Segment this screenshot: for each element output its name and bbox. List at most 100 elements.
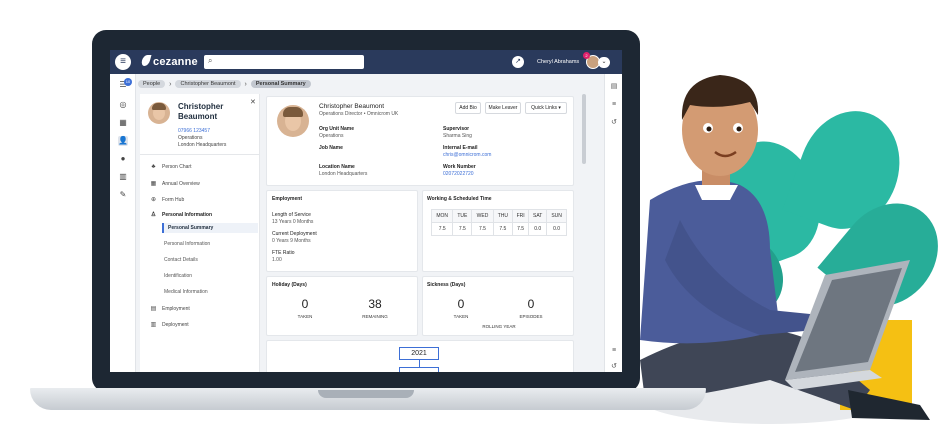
sickness-card: Sickness (Days) 0 TAKEN 0 EPISODES ROLLI… [422,276,574,336]
fte-ratio-label: FTE Ratio [272,250,295,256]
nav-label: Deployment [162,321,189,328]
breadcrumb: People › Christopher Beaumont › Personal… [138,78,311,90]
subnav-personal-information[interactable]: Personal Information [164,241,210,247]
summary-avatar [277,105,309,137]
form-icon: ⊕ [150,197,157,203]
nav-label: Personal Information [162,211,213,218]
chevron-right-icon: › [169,80,172,88]
person-phone[interactable]: 07966 123457 [178,128,210,134]
nav-annual-overview[interactable]: ▦ Annual Overview [150,180,200,188]
reports-icon[interactable]: ▥ [118,172,128,182]
current-deployment-label: Current Deployment [272,231,317,237]
list-icon[interactable]: ≡ [609,100,619,110]
external-link-icon[interactable]: ↗ [512,56,524,68]
nav-deployment[interactable]: ▥ Deployment [150,321,189,329]
person-location: London Headquarters [178,142,227,148]
subnav-personal-summary[interactable]: Personal Summary [162,223,258,233]
hours-cell: 7.5 [512,222,530,236]
table-row: MON TUE WED THU FRI SAT SUN [430,209,567,223]
nav-person-chart[interactable]: ♣ Person Chart [150,164,192,170]
calendar-icon: ▦ [150,181,157,187]
breadcrumb-current: Personal Summary [250,80,311,88]
work-number-value[interactable]: 02072022720 [443,171,474,177]
day-header: SAT [528,209,548,223]
history-icon[interactable]: ↺ [609,118,619,128]
nav-label: Person Chart [162,164,192,170]
day-header: MON [430,209,454,223]
history-icon[interactable]: ↺ [609,362,619,372]
add-bio-button[interactable]: Add Bio [455,102,481,114]
search-input[interactable]: ⌕ [204,55,364,69]
dashboard-icon[interactable]: ◎ [118,100,128,110]
day-header: TUE [452,209,473,223]
list-icon[interactable]: ≡ [609,346,619,356]
working-time-table: MON TUE WED THU FRI SAT SUN 7.5 7.5 7.5 … [430,209,567,236]
supervisor-value: Sharma Sing [443,133,472,139]
hours-cell: 0.0 [528,222,548,236]
close-icon[interactable]: ✕ [250,98,256,106]
holiday-remaining-label: REMAINING [362,314,388,319]
sickness-episodes-value: 0 [527,297,535,311]
people-icon[interactable]: 👤 [118,136,128,146]
brand-logo[interactable]: cezanne [140,55,198,68]
nav-personal-information[interactable]: ♙ Personal Information [150,211,213,219]
day-header: WED [471,209,494,223]
tasks-badge: 10 [124,78,132,86]
timeline-year[interactable]: 2021 [399,347,439,360]
timeline-node[interactable] [399,367,439,372]
briefcase-icon: ▤ [150,306,157,312]
location-value: London Headquarters [319,171,368,177]
make-leaver-button[interactable]: Make Leaver [485,102,521,114]
laptop-notch [318,390,414,398]
calendar-icon[interactable]: ▦ [118,118,128,128]
chat-icon[interactable]: ● [118,154,128,164]
holiday-title: Holiday (Days) [272,282,307,288]
subnav-medical-information[interactable]: Medical Information [164,289,208,295]
email-value[interactable]: chris@omnicrom.com [443,152,491,158]
quick-links-button[interactable]: Quick Links ▾ [525,102,567,114]
supervisor-label: Supervisor [443,126,470,132]
holiday-remaining-value: 38 [368,297,382,311]
breadcrumb-person[interactable]: Christopher Beaumont [175,80,241,88]
hours-cell: 7.5 [430,222,454,236]
nav-label: Form Hub [162,196,185,203]
document-icon[interactable]: ▤ [609,82,619,92]
chevron-down-icon[interactable]: ⌄ [598,57,610,68]
man-with-laptop-illustration [640,75,930,420]
hours-cell: 7.5 [492,222,514,236]
notification-badge: 2 [583,52,590,59]
day-header: THU [492,209,514,223]
breadcrumb-people[interactable]: People [138,80,166,88]
holiday-card: Holiday (Days) 0 TAKEN 38 REMAINING [266,276,418,336]
scrollbar[interactable] [582,94,586,164]
current-deployment-value: 0 Years 9 Months [272,238,311,244]
summary-name: Christopher Beaumont [319,103,385,110]
day-header: SUN [546,209,567,223]
user-name[interactable]: Cheryl Abrahams [537,59,579,65]
nav-label: Employment [162,305,190,312]
employment-card: Employment Length of Service 13 Years 0 … [266,190,418,272]
fte-ratio-value: 1.00 [272,257,282,263]
summary-title: Operations Director • Omnicrom UK [319,111,399,117]
left-nav-rail: ☰ 10 ◎ ▦ 👤 ● ▥ ✎ [110,74,136,372]
hours-cell: 7.5 [452,222,473,236]
hamburger-icon[interactable]: ≡ [115,54,131,70]
org-chart-icon: ♣ [151,164,156,170]
person-avatar [148,102,170,124]
sickness-taken-value: 0 [457,297,465,311]
hours-cell: 7.5 [471,222,494,236]
top-bar: ≡ cezanne ⌕ ↗ Cheryl Abrahams 2 ⌄ [110,50,622,74]
holiday-taken-label: TAKEN [297,314,313,319]
tools-icon[interactable]: ✎ [118,190,128,200]
subnav-identification[interactable]: Identification [164,273,192,279]
sickness-episodes-label: EPISODES [519,314,543,319]
subnav-contact-details[interactable]: Contact Details [164,257,198,263]
timeline-connector [419,360,420,367]
person-department: Operations [178,135,203,141]
nav-employment[interactable]: ▤ Employment [150,305,190,313]
search-icon: ⌕ [208,56,213,65]
org-unit-label: Org Unit Name [319,126,355,132]
holiday-taken-value: 0 [301,297,309,311]
nav-form-hub[interactable]: ⊕ Form Hub [150,196,185,204]
summary-card: Christopher Beaumont Operations Director… [266,96,574,186]
